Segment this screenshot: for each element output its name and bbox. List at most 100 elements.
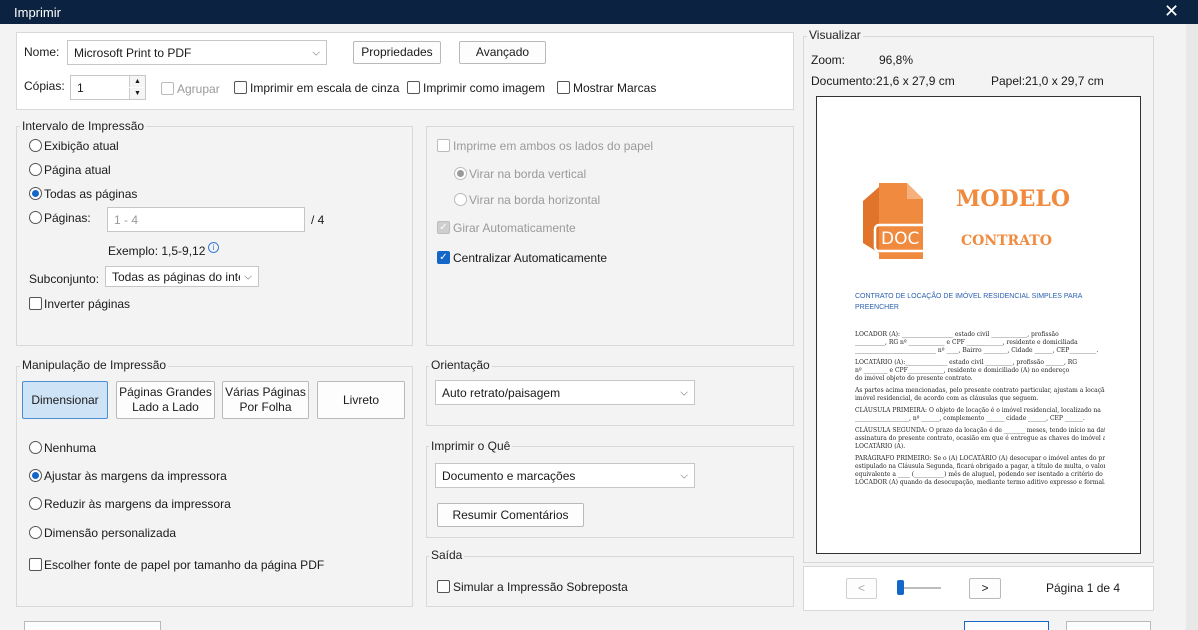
radio-fit[interactable] — [29, 469, 42, 482]
subset-label: Subconjunto: — [29, 272, 100, 286]
doc-logo-text: DOC — [881, 229, 920, 249]
auto-center-checkbox[interactable]: ✓ — [437, 251, 450, 264]
document-size-label: Documento: — [811, 74, 876, 88]
doc-line: estipulado na Cláusula Segunda, ficará o… — [855, 463, 1105, 470]
radio-pages[interactable] — [29, 211, 42, 224]
doc-line: assinatura do presente contrato, ocasião… — [855, 435, 1105, 442]
grayscale-checkbox[interactable] — [234, 81, 247, 94]
next-page-button[interactable]: > — [969, 578, 1001, 599]
page-indicator: Página 1 de 4 — [1046, 581, 1121, 595]
all-pages-label: Todas as páginas — [44, 187, 138, 201]
print-as-image-checkbox[interactable] — [407, 81, 420, 94]
zoom-label: Zoom: — [811, 53, 846, 67]
prev-page-button[interactable]: < — [846, 578, 877, 599]
doc-line: imóvel residencial, de acordo com as clá… — [855, 395, 1039, 402]
show-marks-label: Mostrar Marcas — [573, 81, 657, 95]
radio-custom[interactable] — [29, 526, 42, 539]
close-icon[interactable]: ✕ — [1164, 1, 1179, 22]
flip-long-label: Virar na borda vertical — [469, 167, 587, 181]
none-label: Nenhuma — [44, 441, 97, 455]
radio-all-pages[interactable] — [29, 187, 42, 200]
poster-line1: Páginas Grandes — [119, 385, 212, 399]
doc-heading-2: PREENCHER — [855, 304, 899, 311]
window-title: Imprimir — [14, 5, 61, 20]
print-range-panel — [16, 126, 413, 346]
chevron-down-icon: ⌵ — [244, 271, 252, 282]
grayscale-label: Imprimir em escala de cinza — [250, 81, 400, 95]
radio-flip-long[interactable] — [454, 167, 467, 180]
doc-file-icon — [863, 183, 929, 259]
radio-none[interactable] — [29, 441, 42, 454]
collate-checkbox[interactable] — [161, 82, 174, 95]
poster-button[interactable]: Páginas Grandes Lado a Lado — [116, 381, 215, 419]
advanced-button[interactable]: Avançado — [459, 41, 546, 64]
doc-line: CLÁUSULA SEGUNDA: O prazo da locação é d… — [855, 427, 1105, 434]
bottom-left-button[interactable] — [24, 621, 161, 630]
radio-flip-short[interactable] — [454, 193, 467, 206]
poster-line2: Lado a Lado — [132, 400, 199, 414]
preview-title: Visualizar — [807, 28, 863, 42]
preview-page: DOC MODELO CONTRATO CONTRATO DE LOCAÇÃO … — [816, 96, 1141, 554]
doc-line: __________________, nº ______, complemen… — [855, 415, 1085, 422]
paper-size-value: 21,0 x 29,7 cm — [1025, 74, 1104, 88]
orientation-select[interactable]: Auto retrato/paisagem ⌵ — [435, 380, 695, 405]
both-sides-checkbox[interactable] — [437, 139, 450, 152]
custom-label: Dimensão personalizada — [44, 526, 177, 540]
printer-select[interactable]: Microsoft Print to PDF ⌵ — [67, 40, 327, 65]
cancel-button[interactable] — [1066, 621, 1151, 630]
current-page-label: Página atual — [44, 163, 111, 177]
info-icon[interactable]: i — [208, 242, 219, 253]
auto-rotate-checkbox[interactable]: ✓ — [437, 221, 450, 234]
both-sides-label: Imprime em ambos os lados do papel — [453, 139, 654, 153]
spin-up-icon[interactable]: ▲ — [129, 76, 145, 87]
doc-line: nº ________ e CPF____________, residente… — [855, 367, 1070, 374]
orientation-title: Orientação — [429, 358, 492, 372]
auto-center-label: Centralizar Automaticamente — [453, 251, 608, 265]
show-marks-checkbox[interactable] — [557, 81, 570, 94]
doc-line: LOCADOR (A) quando da desocupação, media… — [855, 479, 1105, 486]
spin-down-icon[interactable]: ▼ — [129, 88, 145, 99]
simulate-overprint-checkbox[interactable] — [437, 580, 450, 593]
subset-select[interactable]: Todas as páginas do interv ⌵ — [105, 266, 259, 287]
radio-shrink[interactable] — [29, 497, 42, 510]
booklet-button[interactable]: Livreto — [317, 381, 405, 419]
pages-example: Exemplo: 1,5-9,12 — [108, 244, 206, 258]
radio-current-page[interactable] — [29, 163, 42, 176]
current-view-label: Exibição atual — [44, 139, 119, 153]
printer-select-value: Microsoft Print to PDF — [74, 45, 192, 60]
reverse-pages-checkbox[interactable] — [29, 297, 42, 310]
what-to-print-title: Imprimir o Quê — [429, 439, 513, 453]
properties-button[interactable]: Propriedades — [353, 41, 441, 64]
print-handling-title: Manipulação de Impressão — [20, 358, 169, 372]
paper-source-checkbox[interactable] — [29, 558, 42, 571]
doc-body: LOCADOR (A): _________________ estado ci… — [855, 331, 1105, 487]
page-slider-thumb[interactable] — [897, 580, 904, 595]
doc-title-2: CONTRATO — [961, 233, 1052, 249]
print-button[interactable] — [964, 621, 1049, 630]
duplex-panel — [426, 126, 794, 346]
multiple-line1: Várias Páginas — [225, 385, 306, 399]
doc-line: CLÁUSULA PRIMEIRA: O objeto de locação é… — [855, 407, 1101, 414]
radio-current-view[interactable] — [29, 139, 42, 152]
what-to-print-select[interactable]: Documento e marcações ⌵ — [435, 463, 695, 488]
size-button[interactable]: Dimensionar — [22, 381, 108, 419]
chevron-down-icon: ⌵ — [680, 470, 688, 481]
summarize-comments-button[interactable]: Resumir Comentários — [437, 503, 584, 527]
pages-input[interactable]: 1 - 4 — [107, 207, 305, 232]
reverse-pages-label: Inverter páginas — [44, 297, 131, 311]
simulate-overprint-label: Simular a Impressão Sobreposta — [453, 580, 628, 594]
title-bar: Imprimir ✕ — [0, 0, 1198, 24]
pages-input-placeholder: 1 - 4 — [114, 212, 139, 227]
shrink-label: Reduzir às margens da impressora — [44, 497, 231, 511]
multiple-button[interactable]: Várias Páginas Por Folha — [222, 381, 309, 419]
print-range-title: Intervalo de Impressão — [20, 119, 147, 133]
auto-rotate-label: Girar Automaticamente — [453, 221, 576, 235]
what-to-print-value: Documento e marcações — [442, 468, 576, 483]
doc-line: LOCATÁRIO (A). — [855, 443, 906, 450]
print-as-image-label: Imprimir como imagem — [423, 81, 546, 95]
doc-line: PARÁGRAFO PRIMEIRO: Se o (A) LOCATÁRIO (… — [855, 455, 1105, 462]
copies-label: Cópias: — [24, 79, 65, 93]
pages-label: Páginas: — [44, 211, 91, 225]
paper-source-label: Escolher fonte de papel por tamanho da p… — [44, 558, 325, 572]
flip-short-label: Virar na borda horizontal — [469, 193, 601, 207]
